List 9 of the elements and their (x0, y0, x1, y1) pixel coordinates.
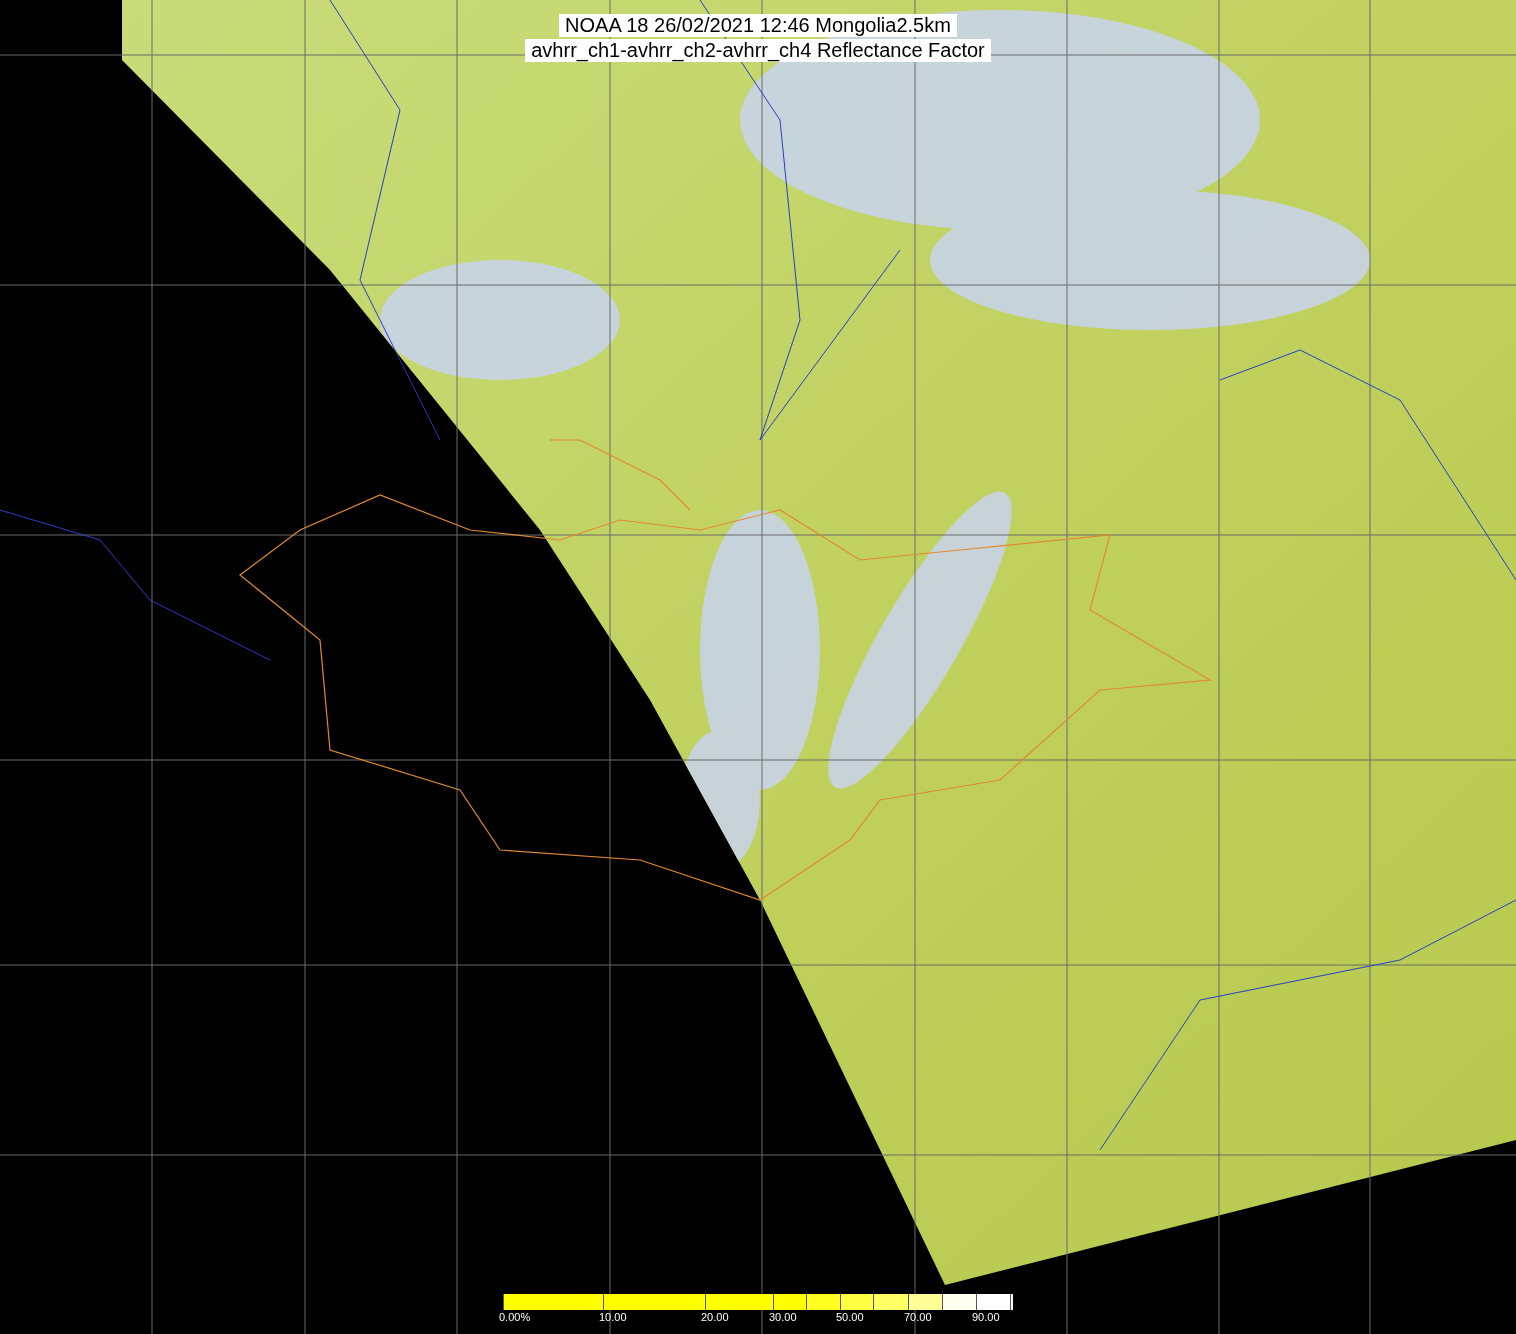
colorbar-label: 70.00 (904, 1311, 932, 1323)
colorbar-label: 10.00 (599, 1311, 627, 1323)
colorbar-label: 50.00 (836, 1311, 864, 1323)
map-title: NOAA 18 26/02/2021 12:46 Mongolia2.5km (559, 14, 957, 37)
colorbar-label: 20.00 (701, 1311, 729, 1323)
map-title: avhrr_ch1-avhrr_ch2-avhrr_ch4 Reflectance Factor (525, 39, 991, 62)
colorbar-label: 30.00 (769, 1311, 797, 1323)
colorbar-label: 90.00 (972, 1311, 1000, 1323)
colorbar-label: 0.00% (499, 1311, 531, 1323)
